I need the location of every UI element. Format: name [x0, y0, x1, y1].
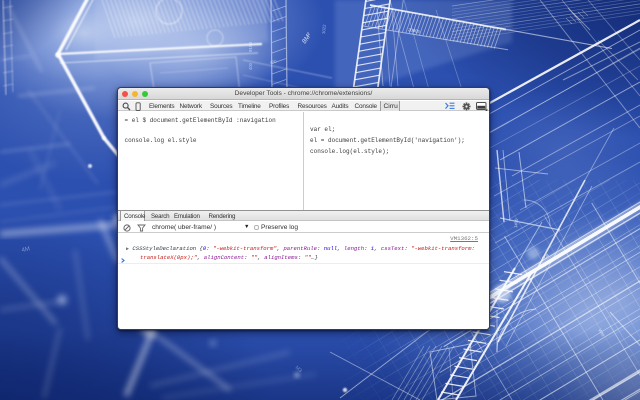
svg-text:3022: 3022 [321, 24, 327, 34]
svg-text:400: 400 [248, 62, 253, 70]
svg-text:9150: 9150 [248, 41, 253, 52]
svg-text:1400: 1400 [513, 218, 519, 228]
